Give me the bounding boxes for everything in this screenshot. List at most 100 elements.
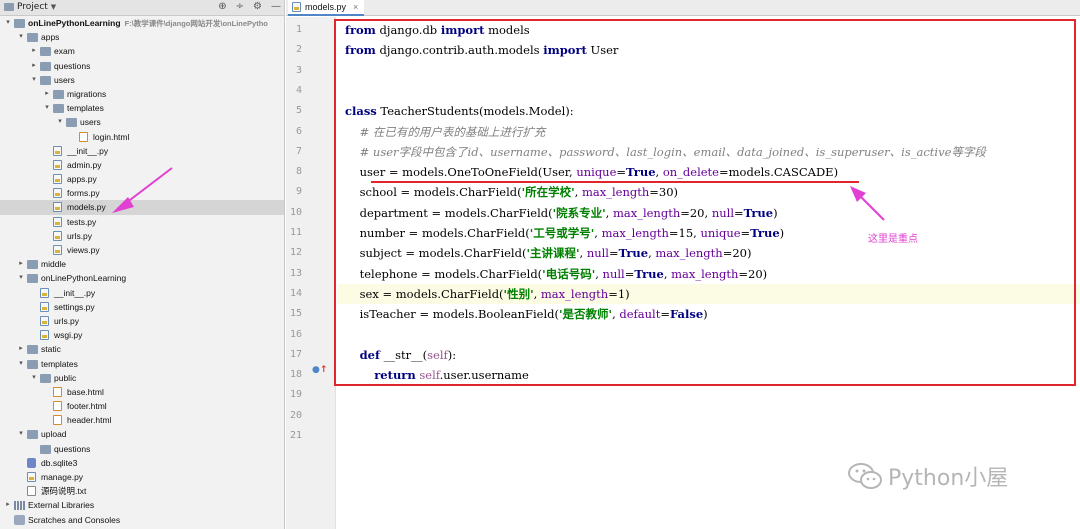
override-method-icon[interactable]: ●↑ (312, 365, 327, 375)
tree-item[interactable]: ▾ apps (0, 30, 284, 44)
tree-item[interactable]: ▾ users (0, 73, 284, 87)
tree-item[interactable]: ▾ public (0, 371, 284, 385)
editor-tab-bar: models.py × (286, 0, 1080, 16)
chevron-down-icon[interactable]: ▾ (56, 115, 64, 129)
project-tree: ▾ onLinePythonLearning F:\教学课件\django网站开发\… (0, 16, 284, 527)
tree-item[interactable]: ▸ exam (0, 44, 284, 58)
tree-item[interactable]: urls.py (0, 229, 284, 243)
tab-models-py[interactable]: models.py × (288, 0, 365, 16)
annotation-text: 这里是重点 (868, 234, 918, 245)
tree-item[interactable]: ▸ questions (0, 59, 284, 73)
tree-item-label: templates (41, 358, 78, 369)
line-number: 5 (295, 105, 302, 117)
tree-item[interactable]: __init__.py (0, 144, 284, 158)
chevron-down-icon[interactable]: ▾ (30, 371, 38, 385)
tree-item[interactable]: views.py (0, 243, 284, 257)
line-number: 16 (289, 328, 302, 340)
tree-item-label: questions (54, 443, 91, 454)
database-file-icon (27, 457, 36, 468)
line-number: 9 (295, 186, 302, 198)
tree-item-label: Scratches and Consoles (28, 514, 121, 525)
chevron-down-icon: ▼ (50, 3, 57, 11)
tree-item[interactable]: tests.py (0, 215, 284, 229)
project-view-selector[interactable]: Project ▼ (4, 2, 56, 12)
tree-item[interactable]: ▸ middle (0, 257, 284, 271)
chevron-down-icon[interactable]: ▾ (17, 427, 25, 441)
tree-item[interactable]: questions (0, 442, 284, 456)
folder-icon (66, 118, 77, 128)
close-icon[interactable]: × (353, 2, 358, 12)
chevron-down-icon[interactable]: ▾ (17, 30, 25, 44)
tree-item[interactable]: Scratches and Consoles (0, 513, 284, 527)
tree-item-label: db.sqlite3 (41, 457, 78, 468)
tree-item-label: urls.py (54, 315, 80, 326)
python-file-icon (53, 230, 62, 241)
tree-item[interactable]: footer.html (0, 399, 284, 413)
tree-item[interactable]: login.html (0, 130, 284, 144)
tree-item[interactable]: ▾ upload (0, 427, 284, 441)
line-number: 10 (289, 206, 302, 218)
tree-item[interactable]: apps.py (0, 172, 284, 186)
python-file-icon (40, 301, 49, 312)
line-number: 4 (295, 84, 302, 96)
text-file-icon (27, 486, 36, 497)
chevron-down-icon[interactable]: ▾ (4, 16, 12, 30)
red-underline (371, 181, 859, 183)
collapse-all-icon[interactable]: ÷ (236, 1, 244, 12)
line-number: 20 (289, 409, 302, 421)
tree-item-label: tests.py (67, 216, 97, 227)
tree-item[interactable]: 源码说明.txt (0, 484, 284, 498)
line-number: 19 (289, 389, 302, 401)
project-path: F:\教学课件\django网站开发\onLinePytho (124, 19, 268, 28)
tree-item[interactable]: admin.py (0, 158, 284, 172)
tree-item[interactable]: header.html (0, 413, 284, 427)
tree-item-label: questions (54, 60, 91, 71)
chevron-right-icon[interactable]: ▸ (4, 498, 12, 512)
tree-item-label: upload (41, 429, 67, 440)
chevron-down-icon[interactable]: ▾ (17, 271, 25, 285)
tree-item-label: users (80, 117, 101, 128)
tree-item[interactable]: ▸ External Libraries (0, 498, 284, 512)
tree-item[interactable]: __init__.py (0, 286, 284, 300)
tree-item[interactable]: ▾ users (0, 115, 284, 129)
tree-item-label: forms.py (67, 188, 100, 199)
tree-item[interactable]: wsgi.py (0, 328, 284, 342)
chevron-right-icon[interactable]: ▸ (17, 257, 25, 271)
chevron-right-icon[interactable]: ▸ (43, 87, 51, 101)
tree-item[interactable]: ▾ templates (0, 101, 284, 115)
line-number-gutter: ●↑ 1 2 3 4 5 6 7 8 9 10 11 12 13 14 15 16 17 18 19 20 21 (286, 17, 336, 529)
tree-item[interactable]: models.py (0, 200, 284, 215)
tree-item[interactable]: ▸ static (0, 342, 284, 356)
line-number: 15 (289, 308, 302, 320)
tree-item[interactable]: forms.py (0, 186, 284, 200)
chevron-right-icon[interactable]: ▸ (30, 44, 38, 58)
tree-item[interactable]: base.html (0, 385, 284, 399)
python-file-icon (40, 315, 49, 326)
chevron-down-icon[interactable]: ▾ (17, 357, 25, 371)
hide-panel-icon[interactable]: — (271, 1, 281, 12)
tree-item-label: urls.py (67, 230, 93, 241)
folder-icon (27, 33, 38, 43)
tree-item-label: External Libraries (28, 500, 95, 511)
chevron-down-icon[interactable]: ▾ (30, 73, 38, 87)
folder-icon (14, 19, 25, 28)
gear-icon[interactable]: ⚙ (253, 1, 262, 12)
tree-item-label: admin.py (67, 159, 102, 170)
tree-item[interactable]: db.sqlite3 (0, 456, 284, 470)
tree-item-label: migrations (67, 88, 107, 99)
tree-item[interactable]: ▾ onLinePythonLearning (0, 271, 284, 285)
line-number: 3 (295, 64, 302, 76)
tree-item[interactable]: ▾ onLinePythonLearning F:\教学课件\django网站开发\… (0, 16, 284, 30)
tree-item[interactable]: settings.py (0, 300, 284, 314)
chevron-down-icon[interactable]: ▾ (43, 101, 51, 115)
line-number: 7 (295, 145, 302, 157)
tree-item[interactable]: manage.py (0, 470, 284, 484)
python-file-icon (53, 202, 62, 213)
tree-item[interactable]: ▸ migrations (0, 87, 284, 101)
tree-item-label: middle (41, 259, 67, 270)
locate-file-icon[interactable]: ⊕ (218, 1, 226, 12)
chevron-right-icon[interactable]: ▸ (30, 59, 38, 73)
chevron-right-icon[interactable]: ▸ (17, 342, 25, 356)
tree-item[interactable]: ▾ templates (0, 357, 284, 371)
tree-item[interactable]: urls.py (0, 314, 284, 328)
